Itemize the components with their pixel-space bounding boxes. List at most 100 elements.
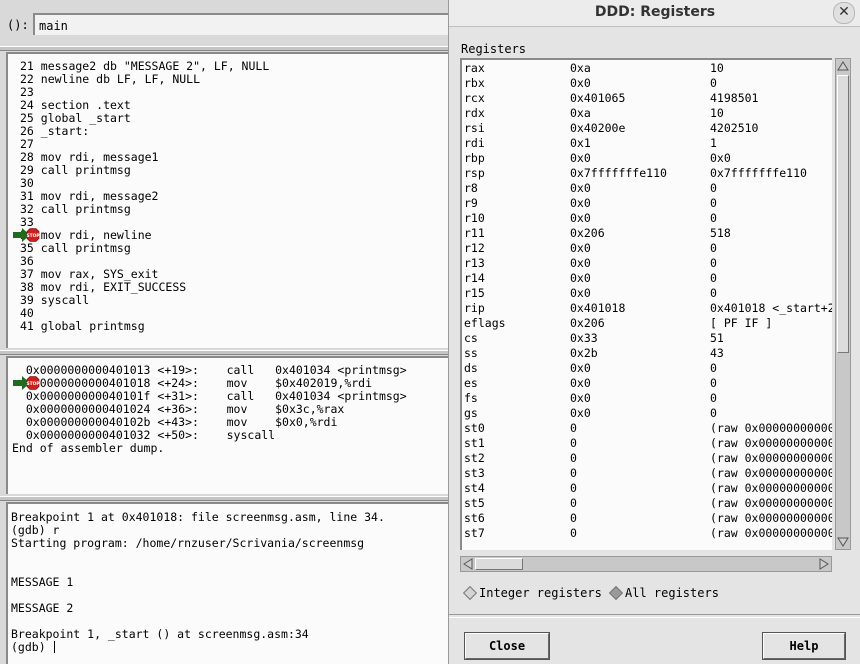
breakpoint-stop-icon[interactable]: STOP	[13, 227, 43, 243]
argument-field[interactable]: main	[33, 13, 448, 35]
radio-indicator-icon[interactable]	[608, 585, 624, 601]
register-hex-value: 0x206	[570, 226, 605, 240]
register-natural-value: 0	[710, 76, 717, 90]
register-natural-value: (raw 0x000000000000	[710, 496, 832, 510]
registers-list[interactable]: rax 0xa 10 rbx 0x0 0 rcx 0x401065 4198501 rdx 0xa 1…	[460, 58, 832, 550]
register-natural-value: (raw 0x000000000000	[710, 436, 832, 450]
register-hex-value: 0x2b	[570, 346, 598, 360]
register-name: r8	[464, 181, 478, 195]
register-hex-value: 0x1	[570, 136, 591, 150]
register-name: st5	[464, 496, 485, 510]
scroll-right-icon[interactable]	[817, 557, 831, 571]
register-natural-value: (raw 0x000000000000	[710, 511, 832, 525]
source-pane[interactable]: 21 message2 db "MESSAGE 2", LF, NULL 22 n…	[6, 52, 448, 348]
register-hex-value: 0x0	[570, 181, 591, 195]
pane-sash[interactable]	[0, 350, 448, 355]
register-hex-value: 0x0	[570, 256, 591, 270]
close-icon[interactable]: ✕	[833, 2, 855, 24]
register-hex-value: 0x0	[570, 361, 591, 375]
text-cursor	[54, 641, 55, 653]
registers-dialog: DDD: Registers ✕ Registers rax 0xa 10 rbx 0x…	[448, 0, 860, 664]
scroll-down-icon[interactable]	[836, 535, 850, 549]
argument-bar: (): main	[0, 10, 448, 40]
console-line: Breakpoint 1, _start () at screenmsg.asm…	[11, 627, 309, 641]
register-name: r10	[464, 211, 485, 225]
help-button[interactable]: Help	[763, 633, 845, 659]
register-name: st3	[464, 466, 485, 480]
ddd-main-window: (): main 21 message2 db "MESSAGE 2", LF,…	[0, 0, 448, 664]
register-natural-value: (raw 0x000000000000	[710, 421, 832, 435]
register-natural-value: 0	[710, 406, 717, 420]
register-name: r12	[464, 241, 485, 255]
machine-code-pane[interactable]: 0x0000000000401013 <+19>: call 0x401034 …	[6, 356, 448, 494]
register-natural-value: 10	[710, 61, 724, 75]
horizontal-scroll-thumb[interactable]	[475, 558, 523, 570]
register-name: r9	[464, 196, 478, 210]
radio-indicator-icon[interactable]	[462, 585, 478, 601]
source-line: 29 call printmsg	[20, 163, 131, 177]
register-natural-value: 0	[710, 211, 717, 225]
register-hex-value: 0x33	[570, 331, 598, 345]
integer-registers-label: Integer registers	[479, 586, 602, 600]
register-hex-value: 0	[570, 421, 577, 435]
register-name: st6	[464, 511, 485, 525]
register-name: r11	[464, 226, 485, 240]
source-line: 22 newline db LF, LF, NULL	[20, 72, 201, 86]
register-hex-value: 0xa	[570, 61, 591, 75]
register-name: ss	[464, 346, 478, 360]
title-bar[interactable]: DDD: Registers ✕	[449, 0, 860, 27]
register-natural-value: 0	[710, 271, 717, 285]
register-hex-value: 0x40200e	[570, 121, 626, 135]
register-name: rbp	[464, 151, 485, 165]
vertical-scrollbar[interactable]	[835, 58, 851, 550]
assembler-line: End of assembler dump.	[12, 441, 165, 455]
vertical-scroll-thumb[interactable]	[837, 75, 849, 353]
register-name: rax	[464, 61, 485, 75]
console-line: Starting program: /home/rnzuser/Scrivani…	[11, 536, 365, 550]
register-name: rdi	[464, 136, 485, 150]
register-natural-value: 1	[710, 136, 717, 150]
register-hex-value: 0x0	[570, 196, 591, 210]
register-hex-value: 0	[570, 466, 577, 480]
register-name: fs	[464, 391, 478, 405]
register-hex-value: 0x0	[570, 151, 591, 165]
separator	[449, 614, 860, 618]
register-natural-value: 0x401018 <_start+2	[710, 301, 832, 315]
source-line: 32 call printmsg	[20, 202, 131, 216]
register-name: rsi	[464, 121, 485, 135]
argument-value[interactable]: main	[39, 19, 68, 33]
register-natural-value: 0	[710, 196, 717, 210]
scroll-up-icon[interactable]	[836, 59, 850, 73]
console-line: (gdb)	[11, 640, 53, 654]
register-hex-value: 0x0	[570, 271, 591, 285]
breakpoint-stop-icon[interactable]: STOP	[13, 375, 43, 391]
register-natural-value: 0	[710, 256, 717, 270]
register-name: gs	[464, 406, 478, 420]
register-name: cs	[464, 331, 478, 345]
register-hex-value: 0x401065	[570, 91, 626, 105]
register-hex-value: 0x0	[570, 406, 591, 420]
register-hex-value: 0x0	[570, 286, 591, 300]
dialog-title: DDD: Registers	[594, 4, 716, 20]
register-natural-value: 4198501	[710, 91, 759, 105]
pane-sash[interactable]	[0, 46, 448, 51]
scroll-left-icon[interactable]	[461, 557, 475, 571]
close-button[interactable]: Close	[465, 633, 549, 659]
register-natural-value: 0	[710, 391, 717, 405]
pane-sash[interactable]	[0, 496, 448, 501]
register-name: r13	[464, 256, 485, 270]
register-hex-value: 0x0	[570, 241, 591, 255]
register-name: r14	[464, 271, 485, 285]
register-hex-value: 0	[570, 481, 577, 495]
horizontal-scrollbar[interactable]	[460, 556, 832, 572]
register-hex-value: 0xa	[570, 106, 591, 120]
svg-text:STOP: STOP	[26, 381, 40, 387]
gdb-console[interactable]: Breakpoint 1 at 0x401018: file screenmsg…	[6, 502, 448, 664]
register-name: rbx	[464, 76, 485, 90]
register-name: es	[464, 376, 478, 390]
register-hex-value: 0x7fffffffe110	[570, 166, 667, 180]
register-hex-value: 0x0	[570, 376, 591, 390]
register-hex-value: 0	[570, 496, 577, 510]
register-name: st2	[464, 451, 485, 465]
registers-label: Registers	[461, 42, 527, 56]
